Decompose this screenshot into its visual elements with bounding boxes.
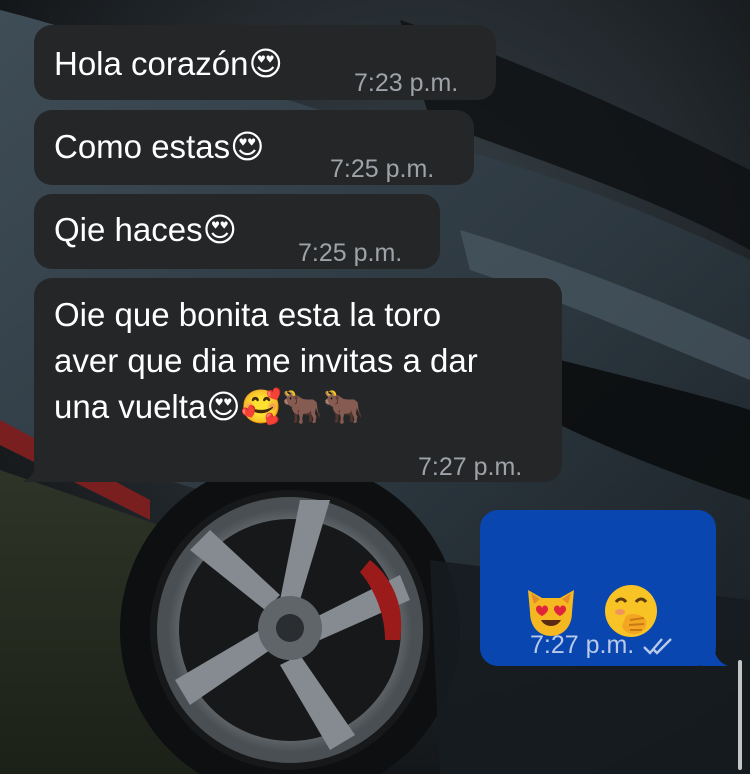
heart-eyes-emoji: 😍 (248, 44, 283, 83)
message-text: Oie que bonita esta la toro aver que dia… (54, 296, 478, 426)
message-timestamp: 7:23 p.m. (354, 69, 459, 97)
bubble-tail (702, 646, 728, 666)
scroll-indicator[interactable] (738, 660, 742, 770)
heart-eyes-emoji: 😍 (202, 210, 237, 249)
incoming-message[interactable]: Qie haces😍 7:25 p.m. (34, 194, 440, 269)
message-timestamp: 7:25 p.m. (330, 155, 435, 183)
outgoing-message[interactable]: 7:27 p.m. (480, 510, 728, 668)
heart-eyes-emoji: 😍 (230, 127, 265, 166)
message-timestamp: 7:25 p.m. (298, 239, 403, 267)
incoming-message[interactable]: Oie que bonita esta la toro aver que dia… (22, 278, 562, 482)
message-emojis: 😍🥰🐂🐂 (206, 387, 364, 426)
bubble-tail (22, 462, 48, 482)
read-double-check-icon (643, 638, 673, 656)
message-timestamp: 7:27 p.m. (418, 453, 523, 481)
incoming-message[interactable]: Como estas😍 7:25 p.m. (34, 110, 474, 185)
chat-thread[interactable]: Hola corazón😍 7:23 p.m. Como estas😍 7:25… (0, 0, 750, 774)
incoming-message[interactable]: Hola corazón😍 7:23 p.m. (34, 25, 496, 100)
message-timestamp: 7:27 p.m. (530, 622, 676, 668)
